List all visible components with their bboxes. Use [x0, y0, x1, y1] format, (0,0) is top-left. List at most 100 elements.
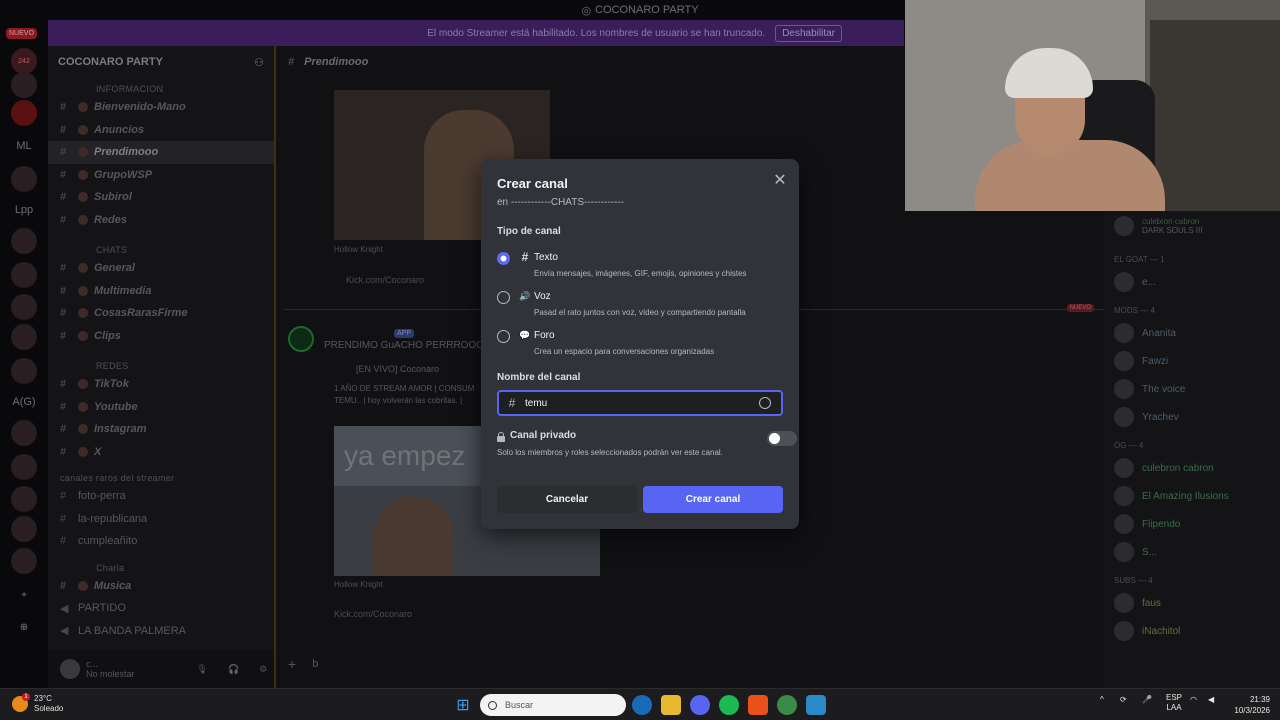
server-icon[interactable]	[11, 72, 37, 98]
server-header[interactable]: COCONARO PARTY ⚇	[48, 46, 274, 78]
microphone-tray-icon[interactable]: 🎤	[1142, 695, 1152, 704]
taskbar-search[interactable]: Buscar	[480, 694, 626, 716]
member-row[interactable]: El Amazing Ilusions	[1104, 482, 1280, 510]
channel-item[interactable]: # Clips	[48, 325, 274, 348]
channel-item[interactable]: # TikTok	[48, 373, 274, 396]
member-row[interactable]: culebron cabron	[1104, 454, 1280, 482]
headphones-icon[interactable]: 🎧	[228, 664, 239, 675]
channel-name-input[interactable]	[525, 393, 759, 413]
channel-item[interactable]: # la-republicana	[48, 508, 274, 531]
clock[interactable]: 21:39 10/3/2026	[1228, 694, 1270, 716]
chevron-up-icon[interactable]: ^	[1100, 695, 1104, 704]
channel-item[interactable]: # Redes	[48, 209, 274, 232]
embed-title[interactable]: [EN VIVO] Coconaro	[356, 364, 439, 374]
embed-link[interactable]: Kick.com/Coconaro	[346, 275, 424, 285]
channel-item[interactable]: # Anuncios	[48, 119, 274, 142]
category-chats[interactable]: CHATS	[48, 231, 274, 257]
member-row[interactable]: Fawzi	[1104, 347, 1280, 375]
notepad-icon[interactable]	[806, 695, 826, 715]
channel-item[interactable]: # Multimedia	[48, 280, 274, 303]
category-info[interactable]: INFORMACION	[48, 78, 274, 96]
server-icon[interactable]	[11, 294, 37, 320]
chrome-icon[interactable]	[777, 695, 797, 715]
user-panel[interactable]: c... No molestar 🎙 🎧 ⚙	[48, 650, 274, 688]
channel-item[interactable]: # Musica	[48, 575, 274, 598]
server-ml[interactable]: ML	[0, 140, 48, 152]
member-row[interactable]: culebron cabron DARK SOULS III	[1104, 211, 1280, 236]
server-icon[interactable]	[11, 420, 37, 446]
private-toggle[interactable]	[767, 431, 797, 446]
sync-icon[interactable]: ⟳	[1120, 695, 1127, 704]
emoji-picker-icon[interactable]	[759, 397, 771, 409]
category-raros[interactable]: canales raros del streamer	[48, 463, 274, 485]
channel-name-field[interactable]: #	[497, 390, 783, 416]
member-row[interactable]: Yrachev	[1104, 403, 1280, 431]
server-lpp[interactable]: Lpp	[0, 204, 48, 216]
brave-icon[interactable]	[748, 695, 768, 715]
channel-type-option-text[interactable]: # Texto Envía mensajes, imágenes, GIF, e…	[497, 250, 787, 286]
radio-unselected[interactable]	[497, 291, 510, 304]
server-icon[interactable]	[11, 100, 37, 126]
server-icon[interactable]	[11, 324, 37, 350]
member-row[interactable]: Ananita	[1104, 319, 1280, 347]
category-charla[interactable]: Charla	[48, 553, 274, 575]
channel-item[interactable]: # Instagram	[48, 418, 274, 441]
wifi-icon[interactable]: ◠	[1190, 695, 1197, 704]
discover-icon[interactable]: ⊕	[11, 614, 37, 640]
settings-icon[interactable]: ⚙	[259, 664, 267, 675]
language-indicator[interactable]: ESP LAA	[1166, 693, 1182, 713]
member-row[interactable]: S...	[1104, 538, 1280, 566]
channel-item[interactable]: # General	[48, 257, 274, 280]
channel-item-active[interactable]: # Prendimooo	[48, 141, 274, 164]
server-icon[interactable]	[11, 228, 37, 254]
spotify-icon[interactable]	[719, 695, 739, 715]
discord-taskbar-icon[interactable]	[690, 695, 710, 715]
server-icon[interactable]	[11, 262, 37, 288]
close-icon[interactable]: ✕	[770, 170, 790, 190]
channel-type-option-forum[interactable]: 💬 Foro Crea un espacio para conversacion…	[497, 328, 787, 364]
add-attachment-icon[interactable]: +	[288, 656, 296, 672]
channel-item[interactable]: # foto-perra	[48, 485, 274, 508]
cancel-button[interactable]: Cancelar	[497, 486, 637, 513]
avatar[interactable]	[60, 659, 80, 679]
voice-channel-item[interactable]: ◀ PARTIDO	[48, 597, 274, 620]
radio-selected[interactable]	[497, 252, 510, 265]
message-composer[interactable]: + b	[288, 650, 1096, 678]
channel-item[interactable]: # Youtube	[48, 396, 274, 419]
member-row[interactable]: e...	[1104, 268, 1280, 296]
member-row[interactable]: faus	[1104, 589, 1280, 617]
server-icon[interactable]	[11, 548, 37, 574]
category-redes[interactable]: REDES	[48, 347, 274, 373]
channel-item[interactable]: # cumpleañito	[48, 530, 274, 553]
radio-unselected[interactable]	[497, 330, 510, 343]
channel-item[interactable]: # Bienvenido-Mano	[48, 96, 274, 119]
channel-item[interactable]: # X	[48, 441, 274, 464]
server-icon[interactable]	[11, 166, 37, 192]
channel-item[interactable]: # Subirol	[48, 186, 274, 209]
member-row[interactable]: iNachitol	[1104, 617, 1280, 645]
add-server-icon[interactable]: +	[11, 582, 37, 608]
edge-icon[interactable]	[632, 695, 652, 715]
windows-start-icon[interactable]: ⊞	[453, 695, 473, 715]
create-channel-button[interactable]: Crear canal	[643, 486, 783, 513]
member-row[interactable]: The voice	[1104, 375, 1280, 403]
member-row[interactable]: Flipendo	[1104, 510, 1280, 538]
channel-item[interactable]: # CosasRarasFirme	[48, 302, 274, 325]
server-icon[interactable]: 242	[11, 48, 37, 74]
channel-type-option-voice[interactable]: 🔊 Voz Pasad el rato juntos con voz, víde…	[497, 289, 787, 325]
disable-streamer-button[interactable]: Deshabilitar	[775, 24, 842, 42]
weather-widget[interactable]: 1 23°C Soleado	[12, 693, 63, 714]
server-icon[interactable]	[11, 454, 37, 480]
server-icon[interactable]	[11, 358, 37, 384]
voice-channel-item[interactable]: ◀ LA BANDA PALMERA	[48, 620, 274, 643]
volume-icon[interactable]: ◀	[1208, 695, 1214, 704]
server-icon[interactable]	[11, 516, 37, 542]
embed-link[interactable]: Kick.com/Coconaro	[334, 609, 412, 619]
author-avatar[interactable]	[288, 326, 314, 352]
add-member-icon[interactable]: ⚇	[254, 56, 264, 69]
microphone-icon[interactable]: 🎙	[197, 664, 208, 675]
server-ag[interactable]: A(G)	[0, 396, 48, 408]
file-explorer-icon[interactable]	[661, 695, 681, 715]
server-icon[interactable]	[11, 486, 37, 512]
channel-item[interactable]: # GrupoWSP	[48, 164, 274, 187]
